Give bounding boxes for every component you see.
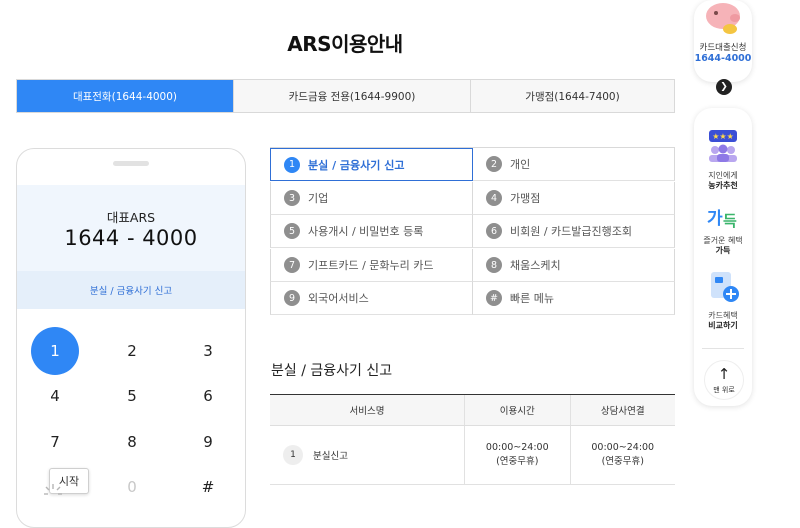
gadeuk-logo-icon: 가 득: [707, 209, 737, 230]
key-6[interactable]: 6: [184, 372, 232, 420]
side-item-line1: 카드혜택: [708, 311, 738, 320]
menu-item-lost-report[interactable]: 1 분실 / 금융사기 신고: [270, 148, 473, 181]
side-item-compare[interactable]: 카드혜택 비교하기: [694, 311, 752, 331]
menu-item-nonmember[interactable]: 6 비회원 / 카드발급진행조회: [473, 215, 675, 248]
menu-num: 1: [284, 156, 300, 173]
menu-item-foreign-language[interactable]: 9 외국어서비스: [270, 282, 473, 315]
phone-current-menu: 분실 / 금융사기 신고: [17, 271, 245, 309]
menu-num: 5: [284, 223, 300, 239]
menu-item-sketch[interactable]: 8 채움스케치: [473, 249, 675, 282]
side-item-benefit[interactable]: 즐거운 혜택 가득: [694, 236, 752, 256]
key-1[interactable]: 1: [31, 327, 79, 375]
section-title: 분실 / 금융사기 신고: [271, 363, 393, 379]
menu-item-quick-menu[interactable]: # 빠른 메뉴: [473, 282, 675, 315]
recommend-friends-icon: ★★★: [709, 130, 737, 162]
key-3[interactable]: 3: [184, 327, 232, 375]
cell-agent: 00:00~24:00 (연중무휴): [569, 426, 675, 484]
phone-label: 대표ARS: [106, 210, 156, 225]
svg-text:가: 가: [707, 209, 723, 229]
key-4[interactable]: 4: [31, 372, 79, 420]
menu-label: 외국어서비스: [308, 292, 369, 305]
key-hash[interactable]: #: [184, 463, 232, 511]
phone-notch: [113, 161, 149, 166]
side-item-line2: 농카추천: [708, 181, 738, 190]
svg-text:득: 득: [723, 212, 737, 230]
menu-num: 7: [284, 257, 300, 273]
card-compare-icon: [711, 272, 739, 302]
menu-label: 개인: [510, 158, 531, 171]
phone-number: 1644 - 4000: [64, 226, 198, 250]
menu-label: 채움스케치: [510, 259, 561, 272]
ars-tabs: 대표전화(1644-4000) 카드금융 전용(1644-9900) 가맹점(1…: [16, 79, 675, 113]
menu-item-corporate[interactable]: 3 기업: [270, 182, 473, 215]
menu-label: 기업: [308, 192, 329, 205]
agent-note: (연중무휴): [601, 456, 644, 467]
arrow-up-icon: ↑: [717, 365, 731, 383]
tab-main-phone[interactable]: 대표전화(1644-4000): [17, 80, 233, 112]
cell-service: 1 분실신고: [270, 426, 464, 484]
card-loan-panel[interactable]: 카드대출신청 1644-4000: [694, 0, 752, 82]
th-hours: 이용시간: [464, 395, 569, 425]
menu-label: 사용개시 / 비밀번호 등록: [308, 225, 424, 238]
key-7[interactable]: 7: [31, 418, 79, 466]
tab-card-finance[interactable]: 카드금융 전용(1644-9900): [233, 80, 470, 112]
tap-hand-icon: [44, 484, 62, 495]
side-item-recommend[interactable]: 지인에게 농카추천: [694, 171, 752, 191]
key-2[interactable]: 2: [108, 327, 156, 375]
th-agent: 상담사연결: [569, 395, 675, 425]
menu-label: 분실 / 금융사기 신고: [308, 158, 405, 172]
key-9[interactable]: 9: [184, 418, 232, 466]
key-8[interactable]: 8: [108, 418, 156, 466]
scroll-top-button[interactable]: ↑ 맨 위로: [704, 360, 744, 400]
menu-num: 4: [486, 190, 502, 206]
th-service: 서비스명: [349, 406, 385, 417]
menu-label: 빠른 메뉴: [510, 292, 554, 305]
table-row: 1 분실신고 00:00~24:00 (연중무휴) 00:00~24:00 (연…: [270, 426, 675, 485]
tab-merchant[interactable]: 가맹점(1644-7400): [470, 80, 674, 112]
menu-label: 가맹점: [510, 192, 541, 205]
menu-num: 9: [284, 290, 300, 306]
service-name: 분실신고: [313, 451, 348, 462]
menu-item-activation[interactable]: 5 사용개시 / 비밀번호 등록: [270, 215, 473, 248]
menu-item-merchant[interactable]: 4 가맹점: [473, 182, 675, 215]
menu-num: 3: [284, 190, 300, 206]
menu-label: 기프트카드 / 문화누리 카드: [308, 259, 434, 272]
hours-value: 00:00~24:00: [485, 441, 549, 453]
scroll-top-label: 맨 위로: [713, 386, 735, 394]
side-item-line2: 비교하기: [708, 321, 738, 330]
menu-label: 비회원 / 카드발급진행조회: [510, 225, 633, 238]
menu-item-personal[interactable]: 2 개인: [473, 148, 675, 181]
quick-menu-panel: ★★★ 지인에게 농카추천 가 득 즐거운 혜택 가득 카드혜택 비교하기 ↑ …: [694, 108, 752, 406]
menu-num: 8: [486, 257, 502, 273]
menu-item-gift-card[interactable]: 7 기프트카드 / 문화누리 카드: [270, 249, 473, 282]
table-header: 서비스명 이용시간 상담사연결: [270, 395, 675, 426]
chevron-right-icon[interactable]: ❯: [716, 79, 732, 95]
loan-title: 카드대출신청: [699, 43, 747, 53]
menu-num: #: [486, 290, 502, 306]
side-item-line1: 지인에게: [708, 171, 738, 180]
key-5[interactable]: 5: [108, 372, 156, 420]
svg-text:★★★: ★★★: [712, 132, 734, 141]
menu-num: 6: [486, 223, 502, 239]
side-item-line1: 즐거운 혜택: [703, 236, 743, 245]
page-title: ARS이용안내: [287, 32, 403, 56]
hours-note: (연중무휴): [496, 456, 539, 467]
piggy-bank-icon: [706, 3, 740, 34]
service-table: 서비스명 이용시간 상담사연결 1 분실신고 00:00~24:00 (연중무휴…: [270, 394, 675, 485]
row-number: 1: [283, 445, 303, 465]
loan-number: 1644-4000: [694, 53, 752, 64]
side-item-line2: 가득: [715, 246, 731, 255]
cell-hours: 00:00~24:00 (연중무휴): [464, 426, 569, 484]
menu-num: 2: [486, 156, 502, 172]
ars-menu-grid: 1 분실 / 금융사기 신고 2 개인 3 기업 4 가맹점 5 사용개시 / …: [270, 147, 675, 316]
side-divider: [702, 348, 744, 349]
key-0[interactable]: 0: [108, 463, 156, 511]
phone-display: 대표ARS 1644 - 4000: [17, 185, 245, 271]
agent-value: 00:00~24:00: [591, 441, 655, 453]
